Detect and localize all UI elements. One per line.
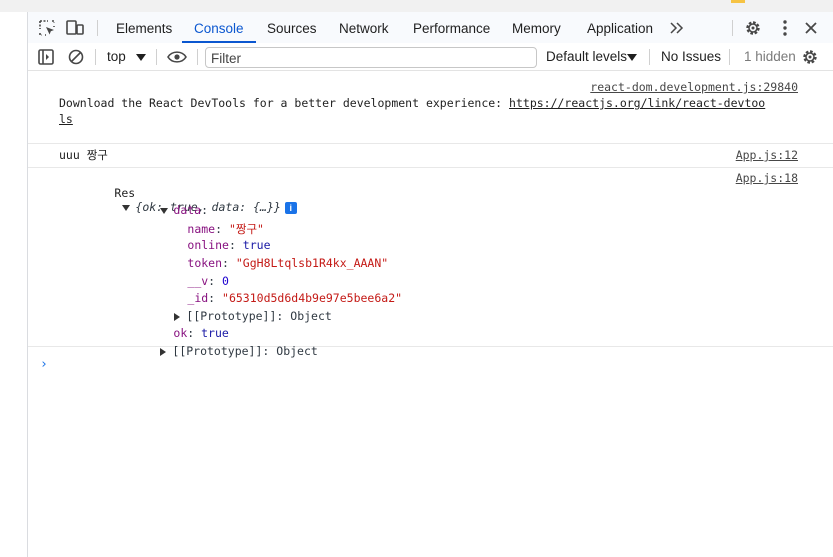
toolbar-divider-1	[95, 49, 96, 65]
settings-gear-icon[interactable]	[743, 18, 763, 38]
console-message-uuu: uuu 짱구 App.js:12	[28, 143, 833, 168]
tab-performance[interactable]: Performance	[413, 12, 490, 43]
toolbar-divider-4	[649, 49, 650, 65]
tab-sources[interactable]: Sources	[267, 12, 317, 43]
message-text: Download the React DevTools for a better…	[59, 96, 765, 110]
prototype-value: Object	[290, 309, 332, 323]
react-devtools-link[interactable]: https://reactjs.org/link/react-devtoo	[509, 96, 765, 110]
console-messages: react-dom.development.js:29840 Download …	[28, 71, 833, 557]
prototype-key: [[Prototype]]	[172, 344, 263, 358]
console-settings-gear-icon[interactable]	[800, 47, 820, 67]
device-toolbar-icon[interactable]	[65, 18, 85, 38]
console-message-res: App.js:18 Res {ok: true, data: {…}} i dat…	[28, 168, 833, 358]
hidden-count-label: 1 hidden	[744, 49, 796, 64]
tab-memory[interactable]: Memory	[512, 12, 561, 43]
field-value: "GgH8Ltqlsb1R4kx_AAAN"	[235, 256, 389, 270]
context-dropdown-icon[interactable]	[134, 47, 148, 67]
log-levels-dropdown[interactable]: Default levels	[546, 43, 627, 70]
devtools-panel: Elements Console Sources Network Perform…	[28, 12, 833, 557]
hidden-count: 1 hidden	[744, 43, 796, 70]
issues-label: No Issues	[661, 49, 722, 64]
message-source-link[interactable]: App.js:18	[736, 171, 798, 185]
tab-console[interactable]: Console	[182, 12, 255, 43]
prototype-row[interactable]: [[Prototype]]: Object	[105, 330, 318, 372]
live-expression-eye-icon[interactable]	[165, 47, 189, 67]
tabbar-divider	[97, 20, 98, 36]
tabbar-divider-right	[732, 20, 733, 36]
tab-network[interactable]: Network	[339, 12, 389, 43]
expand-triangle-icon[interactable]	[160, 347, 167, 356]
message-text: uuu 짱구	[59, 148, 108, 162]
kebab-menu-icon[interactable]	[775, 18, 795, 38]
context-selector[interactable]: top	[107, 43, 126, 70]
console-toolbar: top Default levels No Issues 1 hidden	[28, 43, 833, 71]
filter-input[interactable]	[206, 49, 531, 68]
tab-elements[interactable]: Elements	[116, 12, 172, 43]
issues-button[interactable]: No Issues	[661, 43, 721, 70]
tab-application[interactable]: Application	[587, 12, 653, 43]
message-source-link[interactable]: react-dom.development.js:29840	[590, 80, 798, 94]
console-message-devtools: react-dom.development.js:29840 Download …	[28, 71, 833, 144]
more-tabs-chevron-icon[interactable]	[667, 18, 687, 38]
inspect-element-icon[interactable]	[37, 18, 57, 38]
log-levels-dropdown-icon[interactable]	[626, 47, 638, 67]
devtools-tabbar: Elements Console Sources Network Perform…	[28, 12, 833, 44]
context-label: top	[107, 49, 126, 64]
toolbar-divider-2	[156, 49, 157, 65]
show-sidebar-icon[interactable]	[36, 47, 56, 67]
prototype-value: Object	[276, 344, 318, 358]
notification-indicator	[731, 0, 745, 3]
page-viewport	[0, 12, 28, 557]
message-source-link[interactable]: App.js:12	[736, 148, 798, 162]
log-levels-label: Default levels	[546, 49, 628, 64]
devtools-message-text: Download the React DevTools for a better…	[59, 96, 510, 110]
console-prompt-chevron-icon[interactable]: ›	[40, 357, 48, 372]
toolbar-divider-5	[729, 49, 730, 65]
close-icon[interactable]	[801, 18, 821, 38]
react-devtools-link-continued[interactable]: ls	[59, 112, 73, 126]
info-icon[interactable]: i	[284, 201, 297, 214]
filter-box	[205, 47, 537, 68]
toolbar-divider-3	[197, 49, 198, 65]
clear-console-icon[interactable]	[66, 47, 86, 67]
browser-top-strip	[0, 0, 833, 12]
